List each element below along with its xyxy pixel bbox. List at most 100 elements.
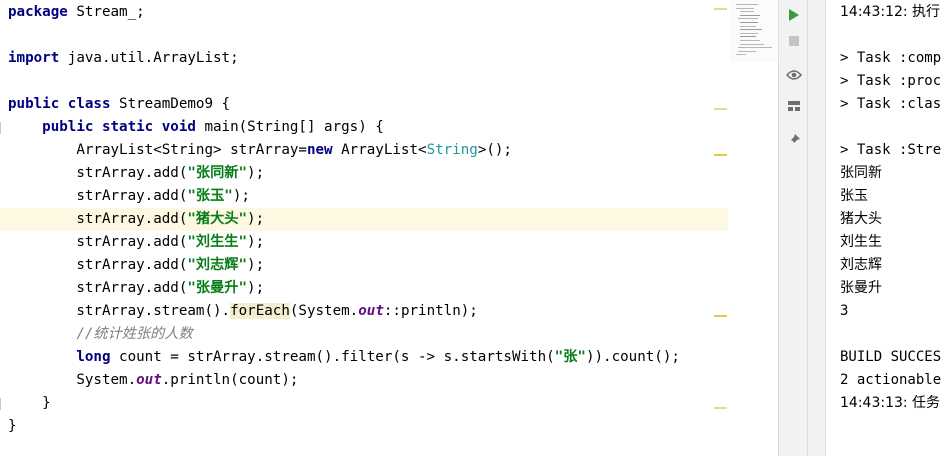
gutter-marker[interactable] xyxy=(714,154,727,156)
code-line[interactable]: strArray.add("猪大头"); xyxy=(0,208,728,231)
code-token: count = strArray.stream().filter(s -> s.… xyxy=(119,349,555,365)
code-token: )).count(); xyxy=(585,349,680,365)
stop-icon[interactable] xyxy=(784,31,804,51)
code-token: public static void xyxy=(8,119,205,135)
code-token: "张同新" xyxy=(187,165,248,181)
code-token: main(String[] args) { xyxy=(204,119,384,135)
code-line[interactable]: package Stream_; xyxy=(0,1,728,24)
code-line[interactable]: ArrayList<String> strArray=new ArrayList… xyxy=(0,139,728,162)
minimap-line xyxy=(736,7,754,9)
code-line[interactable]: } xyxy=(0,392,728,415)
console-line: > Task :proc xyxy=(840,73,942,89)
code-token: .println(count); xyxy=(161,372,299,388)
code-token: } xyxy=(8,395,51,411)
code-line[interactable]: } xyxy=(0,415,728,438)
code-line[interactable] xyxy=(0,70,728,93)
code-text: strArray.add("猪大头"); xyxy=(8,208,264,231)
code-token: String xyxy=(426,142,478,158)
code-line[interactable]: strArray.add("张玉"); xyxy=(0,185,728,208)
gutter-marker[interactable] xyxy=(714,8,727,10)
code-token: "刘志辉" xyxy=(187,257,248,273)
code-line[interactable]: //统计姓张的人数 xyxy=(0,323,728,346)
code-line[interactable]: import java.util.ArrayList; xyxy=(0,47,728,70)
console-line: 14:43:12: 执行 xyxy=(840,4,941,20)
console-line: 张玉 xyxy=(840,188,868,204)
code-text: strArray.add("张曼升"); xyxy=(8,277,264,300)
console-line: 张同新 xyxy=(840,165,882,181)
pin-icon[interactable] xyxy=(784,130,804,150)
minimap-line xyxy=(740,40,760,41)
console-line: > Task :clas xyxy=(840,96,942,112)
code-token: "猪大头" xyxy=(187,211,248,227)
code-token: new xyxy=(306,142,342,158)
run-console[interactable]: 14:43:12: 执行 > Task :comp > Task :proc > Ta… xyxy=(826,0,948,456)
minimap-line xyxy=(740,43,764,45)
code-text: strArray.add("刘志辉"); xyxy=(8,254,264,277)
tool-strip xyxy=(778,0,808,456)
code-text: strArray.add("张同新"); xyxy=(8,162,264,185)
code-line[interactable]: public class StreamDemo9 { xyxy=(0,93,728,116)
code-token: strArray.add( xyxy=(8,165,188,181)
code-text: } xyxy=(8,415,17,438)
minimap-line xyxy=(740,22,758,23)
panel-divider[interactable] xyxy=(808,0,826,456)
minimap-line xyxy=(736,54,746,56)
console-line: 14:43:13: 任务 xyxy=(840,395,941,411)
eye-icon[interactable] xyxy=(784,65,804,85)
console-line: 刘志辉 xyxy=(840,257,882,273)
code-token: long xyxy=(8,349,120,365)
code-line[interactable]: strArray.add("张曼升"); xyxy=(0,277,728,300)
code-token: System. xyxy=(8,372,137,388)
code-text: public static void main(String[] args) { xyxy=(8,116,384,139)
code-line[interactable]: strArray.stream().forEach(System.out::pr… xyxy=(0,300,728,323)
code-text: import java.util.ArrayList; xyxy=(8,47,239,70)
gutter-marker[interactable] xyxy=(714,407,727,409)
code-line[interactable]: long count = strArray.stream().filter(s … xyxy=(0,346,728,369)
code-text: } xyxy=(8,392,51,415)
minimap-line xyxy=(738,18,758,20)
console-line: > Task :comp xyxy=(840,50,942,66)
minimap-line xyxy=(740,32,758,34)
fold-marker[interactable] xyxy=(0,122,9,134)
minimap-line xyxy=(740,11,754,13)
code-token: strArray.add( xyxy=(8,234,188,250)
code-editor[interactable]: package Stream_;import java.util.ArrayLi… xyxy=(0,0,778,456)
code-text: //统计姓张的人数 xyxy=(8,323,193,346)
code-token: (System. xyxy=(289,303,359,319)
code-line[interactable]: strArray.add("刘生生"); xyxy=(0,231,728,254)
console-line: 张曼升 xyxy=(840,280,882,296)
code-token: strArray.stream(). xyxy=(8,303,231,319)
code-token: //统计姓张的人数 xyxy=(8,326,193,342)
code-text: public class StreamDemo9 { xyxy=(8,93,230,116)
code-token: ArrayList< xyxy=(341,142,427,158)
code-line[interactable] xyxy=(0,24,728,47)
minimap-line xyxy=(740,36,756,38)
code-token: out xyxy=(358,303,384,319)
minimap-line xyxy=(740,25,756,27)
code-token: strArray.add( xyxy=(8,280,188,296)
code-token: strArray.add( xyxy=(8,211,188,227)
gutter-marker[interactable] xyxy=(714,108,727,110)
code-text: strArray.add("张玉"); xyxy=(8,185,250,208)
minimap-line xyxy=(740,29,762,31)
code-token: ArrayList<String> strArray= xyxy=(8,142,307,158)
minimap-line xyxy=(736,4,758,5)
fold-marker[interactable] xyxy=(0,398,9,410)
minimap-line xyxy=(740,14,760,16)
layout-icon[interactable] xyxy=(784,96,804,116)
minimap[interactable] xyxy=(730,0,778,62)
code-token: StreamDemo9 { xyxy=(119,96,231,112)
code-line[interactable]: strArray.add("张同新"); xyxy=(0,162,728,185)
console-line: BUILD SUCCES xyxy=(840,349,942,365)
code-line[interactable]: public static void main(String[] args) { xyxy=(0,116,728,139)
code-token: out xyxy=(136,372,162,388)
console-line: 猪大头 xyxy=(840,211,882,227)
code-line[interactable]: System.out.println(count); xyxy=(0,369,728,392)
code-text: strArray.stream().forEach(System.out::pr… xyxy=(8,300,478,323)
code-token: ); xyxy=(232,188,250,204)
gutter-marker[interactable] xyxy=(714,315,727,317)
code-line[interactable]: strArray.add("刘志辉"); xyxy=(0,254,728,277)
run-icon[interactable] xyxy=(784,5,804,25)
code-token: >(); xyxy=(477,142,512,158)
code-token: strArray.add( xyxy=(8,188,188,204)
